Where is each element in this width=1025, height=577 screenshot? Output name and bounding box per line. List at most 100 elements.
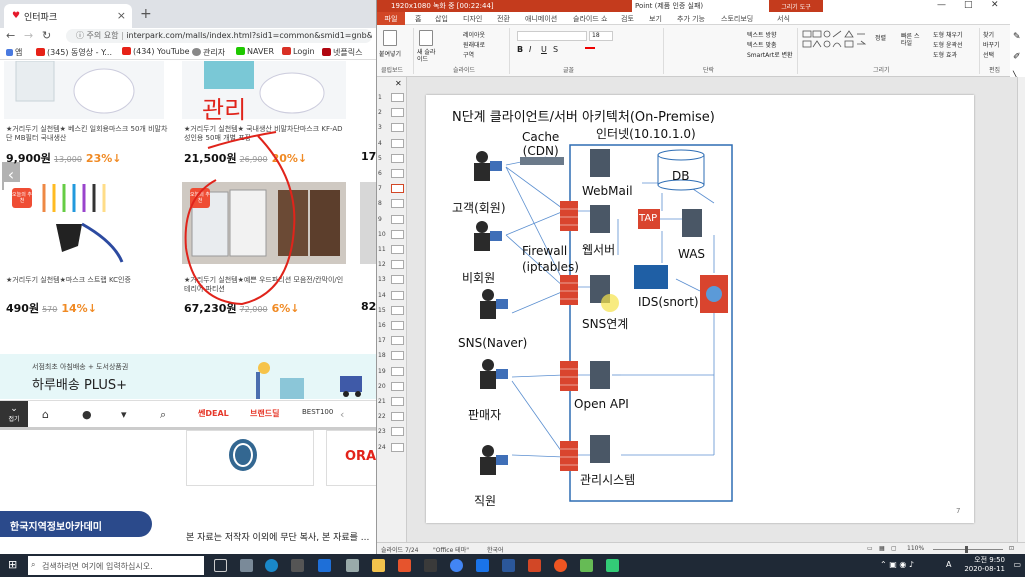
new-slide-label[interactable]: 새 슬라이드 xyxy=(417,49,437,63)
find-button[interactable]: 찾기 xyxy=(983,30,994,39)
minimize-icon[interactable]: — xyxy=(937,0,946,10)
chrome-icon[interactable] xyxy=(450,559,463,572)
customer-label[interactable]: 고객(회원) xyxy=(452,199,506,216)
taskbar-search-box[interactable]: ⌕ 검색하려면 여기에 입력하십시오. xyxy=(28,556,204,575)
highlighter-icon[interactable]: ✐ xyxy=(1013,52,1021,62)
mail-icon[interactable] xyxy=(318,559,331,572)
bold-button[interactable]: B xyxy=(517,45,523,54)
shadow-button[interactable]: S xyxy=(553,45,558,54)
best100-link[interactable]: BEST100 xyxy=(302,408,333,416)
task-view-icon[interactable] xyxy=(214,559,227,572)
notification-icon[interactable]: ▭ xyxy=(1013,560,1021,569)
settings-icon[interactable] xyxy=(240,559,253,572)
slide-thumbnail[interactable] xyxy=(391,229,404,239)
paste-label[interactable]: 붙여넣기 xyxy=(379,49,401,58)
slide-thumbnail[interactable] xyxy=(391,169,404,178)
app-icon[interactable] xyxy=(424,559,437,572)
arrange-button[interactable]: 정렬 xyxy=(875,33,886,42)
tap-label[interactable]: TAP xyxy=(639,213,657,224)
tab-file[interactable]: 파일 xyxy=(377,12,405,25)
text-direction-button[interactable]: 텍스트 방향 xyxy=(747,30,777,39)
italic-button[interactable]: I xyxy=(529,45,531,54)
recorder-icon[interactable] xyxy=(554,559,567,572)
bookmark-naver[interactable]: NAVER xyxy=(236,47,274,56)
bookmark-admin[interactable]: 관리자 xyxy=(192,47,225,58)
fit-slide-icon[interactable]: ⊡ xyxy=(1009,545,1014,552)
slide-thumbnail[interactable] xyxy=(391,336,404,346)
slide-thumbnail[interactable] xyxy=(391,290,404,300)
sorter-view-icon[interactable]: ▦ xyxy=(879,545,885,552)
clock[interactable]: 오전 9:50 2020-08-11 xyxy=(964,556,1005,574)
file-explorer-icon[interactable] xyxy=(372,559,385,572)
product-image-mask-1[interactable] xyxy=(4,60,164,119)
shapes-gallery[interactable] xyxy=(801,29,869,59)
office-icon[interactable] xyxy=(398,559,411,572)
tab-view[interactable]: 보기 xyxy=(649,14,662,24)
slide-thumbnail[interactable] xyxy=(391,245,404,254)
webserver-label[interactable]: 웹서버 xyxy=(582,241,615,258)
seller-label[interactable]: 판매자 xyxy=(468,406,501,423)
slide-thumbnail[interactable] xyxy=(391,123,404,133)
section-button[interactable]: 구역 xyxy=(463,50,474,59)
layout-button[interactable]: 레이아웃 xyxy=(463,30,485,39)
slide-thumbnail[interactable] xyxy=(391,305,404,315)
font-color-icon[interactable] xyxy=(585,47,595,49)
slide-thumbnail[interactable] xyxy=(391,93,404,102)
brand-deal-link[interactable]: 브랜드딜 xyxy=(250,408,279,419)
forward-icon[interactable]: → xyxy=(24,29,33,42)
webmail-label[interactable]: WebMail xyxy=(582,184,633,198)
zoom-level[interactable]: 110% xyxy=(907,545,924,552)
smartart-button[interactable]: SmartArt로 변환 xyxy=(747,50,793,59)
sns-link-label[interactable]: SNS연계 xyxy=(582,315,628,332)
tab-insert[interactable]: 삽입 xyxy=(435,14,448,24)
paste-icon[interactable] xyxy=(383,30,397,46)
select-button[interactable]: 선택 xyxy=(983,50,994,59)
edge-icon[interactable] xyxy=(265,559,278,572)
font-size-select[interactable]: 18 xyxy=(589,31,613,41)
product-name[interactable]: ★거리두기 실천템★마스크 스트랩 KC인증 xyxy=(6,276,171,285)
tab-storyboarding[interactable]: 스토리보딩 xyxy=(721,14,753,24)
collapse-menu-button[interactable]: ⌄ 접기 xyxy=(0,401,28,427)
openapi-label[interactable]: Open API xyxy=(574,397,629,411)
slide-canvas[interactable]: N단계 클라이언트/서버 아키텍처(On-Premise) 인터넷(10.10.… xyxy=(426,95,974,523)
shape-effects-button[interactable]: 도형 효과 xyxy=(933,50,957,59)
slide-thumbnail[interactable] xyxy=(391,427,404,437)
store-icon[interactable] xyxy=(346,559,359,572)
tab-review[interactable]: 검토 xyxy=(621,14,634,24)
url-input[interactable]: ⓘ 주의 요함 | interpark.com/malls/index.html… xyxy=(66,29,372,43)
search-app-icon[interactable] xyxy=(291,559,304,572)
promo-banner[interactable]: 서점최초 아침배송 + 도서상품권 하루배송 PLUS+ xyxy=(0,354,376,399)
back-icon[interactable]: ← xyxy=(6,29,15,42)
close-pane-icon[interactable]: ✕ xyxy=(395,79,402,88)
slide-thumbnail[interactable] xyxy=(391,397,404,406)
shape-fill-button[interactable]: 도형 채우기 xyxy=(933,30,963,39)
slide-thumbnail[interactable] xyxy=(391,381,404,391)
replace-button[interactable]: 바꾸기 xyxy=(983,40,1000,49)
tab-home[interactable]: 홈 xyxy=(415,14,421,24)
new-slide-icon[interactable] xyxy=(419,30,433,46)
system-tray-icons[interactable]: ⌃ ▣ ◉ ♪ xyxy=(880,560,914,569)
search-icon[interactable]: ⌕ xyxy=(160,408,166,422)
close-tab-icon[interactable]: × xyxy=(117,9,126,22)
bookmark-netflix[interactable]: 넷플릭스 xyxy=(322,47,362,58)
vertical-scrollbar[interactable] xyxy=(1017,77,1025,542)
drawing-tools-tab[interactable]: 그리기 도구 xyxy=(769,0,823,12)
font-name-select[interactable] xyxy=(517,31,587,41)
maximize-icon[interactable]: □ xyxy=(964,0,973,10)
firewall-label[interactable]: Firewall (iptables) xyxy=(522,243,579,275)
pen-icon[interactable]: ✎ xyxy=(1013,32,1021,42)
product-name[interactable]: ★거리두기 실천템★ 베스킨 일회용마스크 50개 비말차단 MB필터 국내생산 xyxy=(6,125,171,143)
text-align-button[interactable]: 텍스트 맞춤 xyxy=(747,40,777,49)
app-icon[interactable] xyxy=(580,559,593,572)
reload-icon[interactable]: ↻ xyxy=(42,29,51,42)
bookmark-login[interactable]: Login xyxy=(282,47,315,56)
home-icon[interactable]: ⌂ xyxy=(42,408,49,421)
tab-transitions[interactable]: 전환 xyxy=(497,14,510,24)
slide-thumbnail[interactable] xyxy=(391,153,404,163)
normal-view-icon[interactable]: ▭ xyxy=(867,545,873,552)
tab-animations[interactable]: 애니메이션 xyxy=(525,14,557,24)
bookmark-youtube-1[interactable]: (345) 동영상 - Y... xyxy=(36,47,112,58)
slide-thumbnail[interactable] xyxy=(391,275,404,285)
slide-thumbnail[interactable] xyxy=(391,199,404,209)
product-image-partial[interactable] xyxy=(360,182,376,264)
